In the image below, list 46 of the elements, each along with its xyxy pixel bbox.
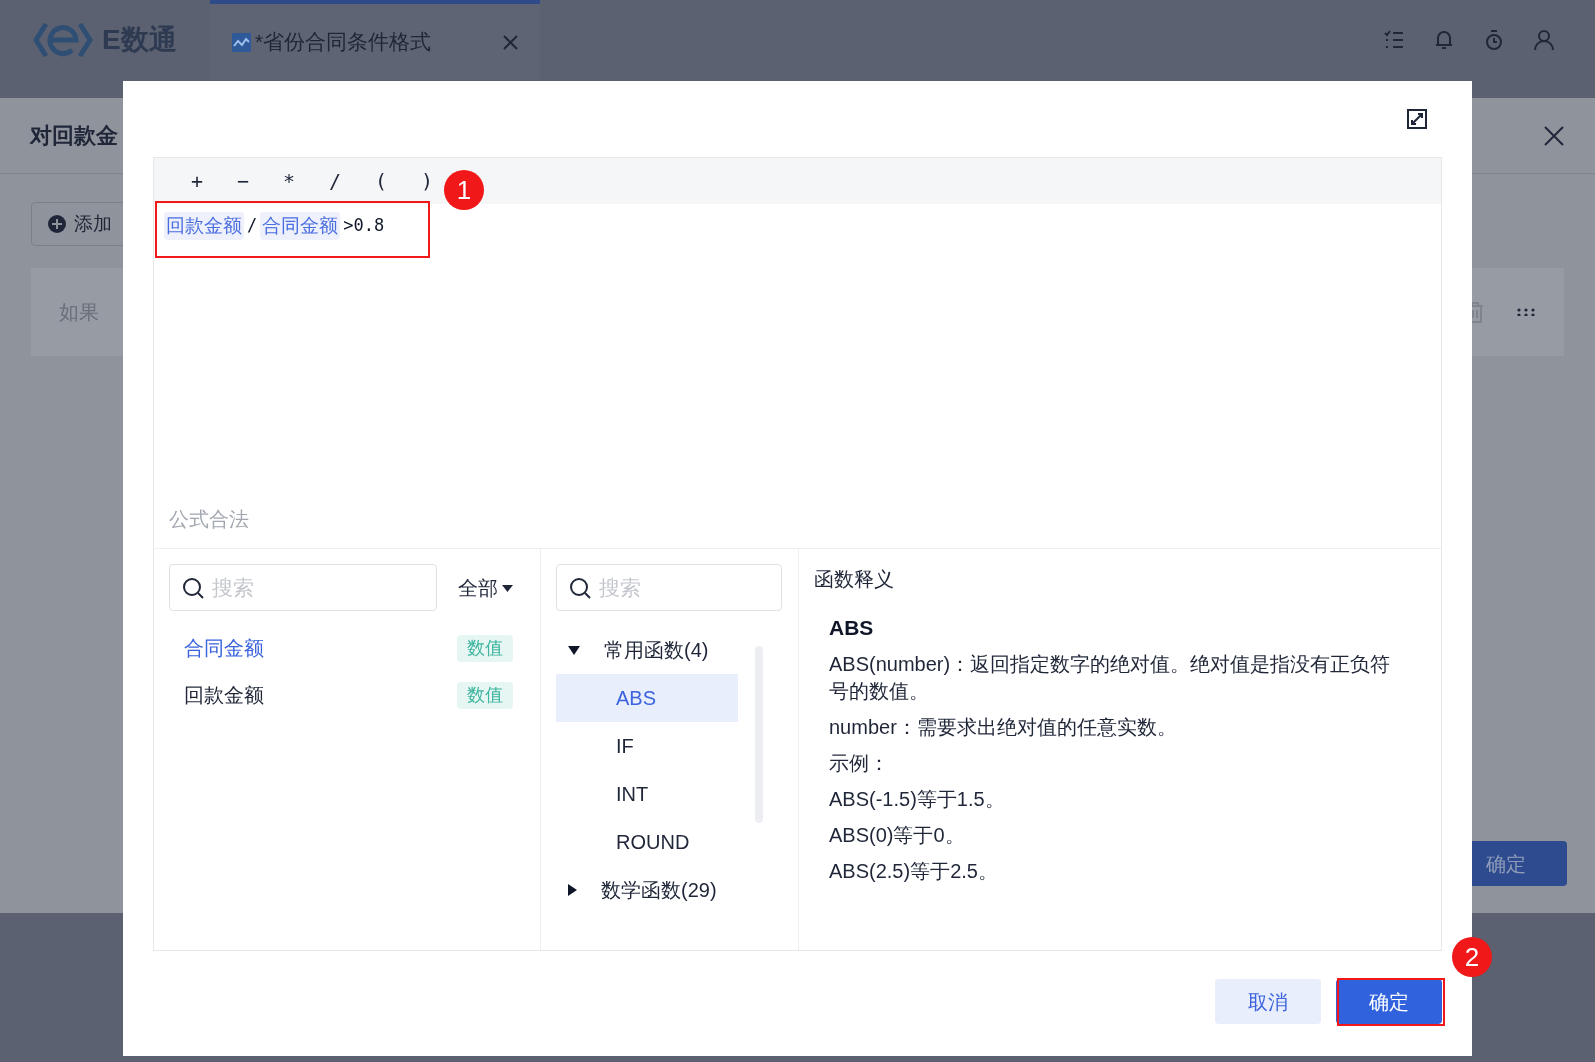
type-tag: 数值	[457, 681, 513, 709]
plus-circle-icon	[48, 215, 66, 233]
description-text: ABS(-1.5)等于1.5。	[829, 786, 1006, 812]
operator-button[interactable]: *	[278, 166, 300, 196]
function-name: ABS	[829, 615, 875, 641]
close-icon[interactable]	[503, 34, 518, 50]
drag-handle-icon[interactable]	[1516, 308, 1536, 316]
logo-icon	[32, 22, 94, 58]
function-item[interactable]: ABS	[556, 674, 738, 722]
description-text: ABS(0)等于0。	[829, 822, 966, 848]
panel-title: 对回款金	[30, 122, 118, 150]
caret-down-icon	[568, 645, 580, 655]
validity-status: 公式合法	[168, 507, 250, 532]
search-icon	[569, 576, 591, 599]
operator-button[interactable]: /	[324, 166, 346, 196]
expand-icon[interactable]	[1407, 109, 1427, 129]
description-text: ABS(2.5)等于2.5。	[829, 858, 999, 884]
step-marker: 2	[1452, 937, 1492, 977]
type-tag: 数值	[457, 634, 513, 662]
description-text: number：需要求出绝对值的任意实数。	[829, 714, 1178, 740]
function-item[interactable]: IF	[556, 722, 738, 770]
caret-right-icon	[568, 884, 577, 896]
close-icon[interactable]	[1543, 124, 1565, 147]
field-item[interactable]: 回款金额 数值	[169, 678, 525, 712]
description-text: ABS(number)：返回指定数字的绝对值。绝对值是指没有正负符号的数值。	[829, 651, 1392, 704]
operator-button[interactable]: −	[232, 166, 254, 196]
search-icon	[182, 576, 204, 599]
user-icon[interactable]	[1533, 29, 1555, 51]
type-filter-dropdown[interactable]: 全部	[458, 572, 513, 603]
confirm-button[interactable]: 确定	[1336, 979, 1442, 1024]
stopwatch-icon[interactable]	[1483, 29, 1505, 51]
function-group[interactable]: 常用函数(4)	[556, 626, 738, 674]
checklist-icon[interactable]	[1383, 29, 1405, 51]
field-item[interactable]: 合同金额 数值	[169, 631, 525, 665]
description-heading: 函数释义	[814, 567, 895, 592]
description-text: 示例：	[829, 750, 890, 776]
function-item[interactable]: ROUND	[556, 818, 738, 866]
function-item[interactable]: INT	[556, 770, 738, 818]
operator-button[interactable]: )	[416, 166, 438, 196]
operator-button[interactable]: +	[186, 166, 208, 196]
cancel-button[interactable]: 取消	[1215, 979, 1321, 1024]
bell-icon[interactable]	[1433, 29, 1455, 51]
operator-button[interactable]: (	[370, 166, 392, 196]
caret-icon	[502, 583, 513, 592]
function-group[interactable]: 数学函数(29)	[556, 866, 738, 914]
chart-icon	[232, 32, 251, 52]
